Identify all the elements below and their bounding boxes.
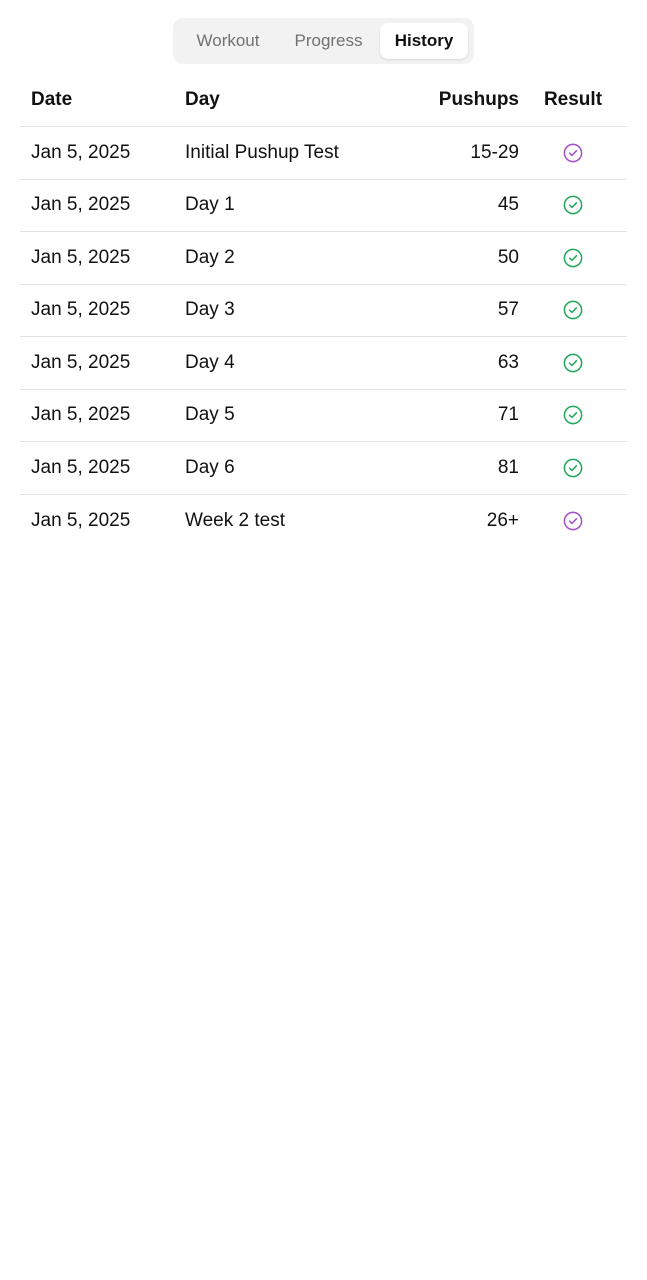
- check-circle-icon: [563, 248, 583, 268]
- row-pushups: 26+: [486, 509, 519, 531]
- row-day: Initial Pushup Test: [185, 141, 339, 163]
- row-date: Jan 5, 2025: [31, 299, 131, 321]
- table-row: Jan 5, 2025 Day 1 45: [20, 180, 627, 232]
- check-circle-icon: [563, 300, 583, 320]
- row-result: [519, 195, 627, 215]
- table-row: Jan 5, 2025 Day 4 63: [20, 337, 627, 390]
- row-date: Jan 5, 2025: [31, 194, 131, 216]
- row-date: Jan 5, 2025: [31, 351, 131, 373]
- row-date: Jan 5, 2025: [31, 404, 131, 426]
- row-pushups: 45: [497, 194, 519, 216]
- check-circle-icon: [563, 458, 583, 478]
- header-result: Result: [543, 89, 603, 110]
- header-pushups: Pushups: [438, 89, 519, 110]
- table-header-row: Date Day Pushups Result: [20, 74, 627, 127]
- row-pushups: 81: [497, 456, 519, 478]
- history-table: Date Day Pushups Result Jan 5, 2025 Initi…: [20, 74, 627, 547]
- tab-history[interactable]: History: [380, 23, 468, 59]
- tab-bar: Workout Progress History: [173, 18, 474, 64]
- row-result: [519, 511, 627, 531]
- row-result: [519, 143, 627, 163]
- check-circle-icon: [563, 511, 583, 531]
- tab-progress[interactable]: Progress: [277, 23, 380, 59]
- row-date: Jan 5, 2025: [31, 509, 131, 531]
- row-day: Day 1: [185, 194, 235, 216]
- table-row: Jan 5, 2025 Day 5 71: [20, 390, 627, 442]
- table-row: Jan 5, 2025 Day 2 50: [20, 232, 627, 285]
- row-pushups: 71: [497, 404, 519, 426]
- table-row: Jan 5, 2025 Initial Pushup Test 15-29: [20, 127, 627, 180]
- row-result: [519, 458, 627, 478]
- header-date: Date: [31, 89, 73, 110]
- row-pushups: 50: [497, 246, 519, 268]
- row-date: Jan 5, 2025: [31, 141, 131, 163]
- row-pushups: 63: [497, 351, 519, 373]
- row-day: Week 2 test: [185, 509, 285, 531]
- check-circle-icon: [563, 405, 583, 425]
- header-day: Day: [185, 89, 220, 110]
- row-pushups: 15-29: [470, 141, 519, 163]
- row-result: [519, 300, 627, 320]
- row-result: [519, 248, 627, 268]
- check-circle-icon: [563, 353, 583, 373]
- row-day: Day 3: [185, 299, 235, 321]
- row-day: Day 4: [185, 351, 235, 373]
- row-day: Day 5: [185, 404, 235, 426]
- row-date: Jan 5, 2025: [31, 456, 131, 478]
- row-day: Day 6: [185, 456, 235, 478]
- row-result: [519, 405, 627, 425]
- table-row: Jan 5, 2025 Day 6 81: [20, 442, 627, 495]
- table-body: Jan 5, 2025 Initial Pushup Test 15-29 Jan 5…: [20, 127, 627, 547]
- check-circle-icon: [563, 195, 583, 215]
- table-row: Jan 5, 2025 Week 2 test 26+: [20, 495, 627, 548]
- row-date: Jan 5, 2025: [31, 246, 131, 268]
- table-row: Jan 5, 2025 Day 3 57: [20, 285, 627, 337]
- row-day: Day 2: [185, 246, 235, 268]
- row-result: [519, 353, 627, 373]
- check-circle-icon: [563, 143, 583, 163]
- tab-workout[interactable]: Workout: [179, 23, 277, 59]
- row-pushups: 57: [497, 299, 519, 321]
